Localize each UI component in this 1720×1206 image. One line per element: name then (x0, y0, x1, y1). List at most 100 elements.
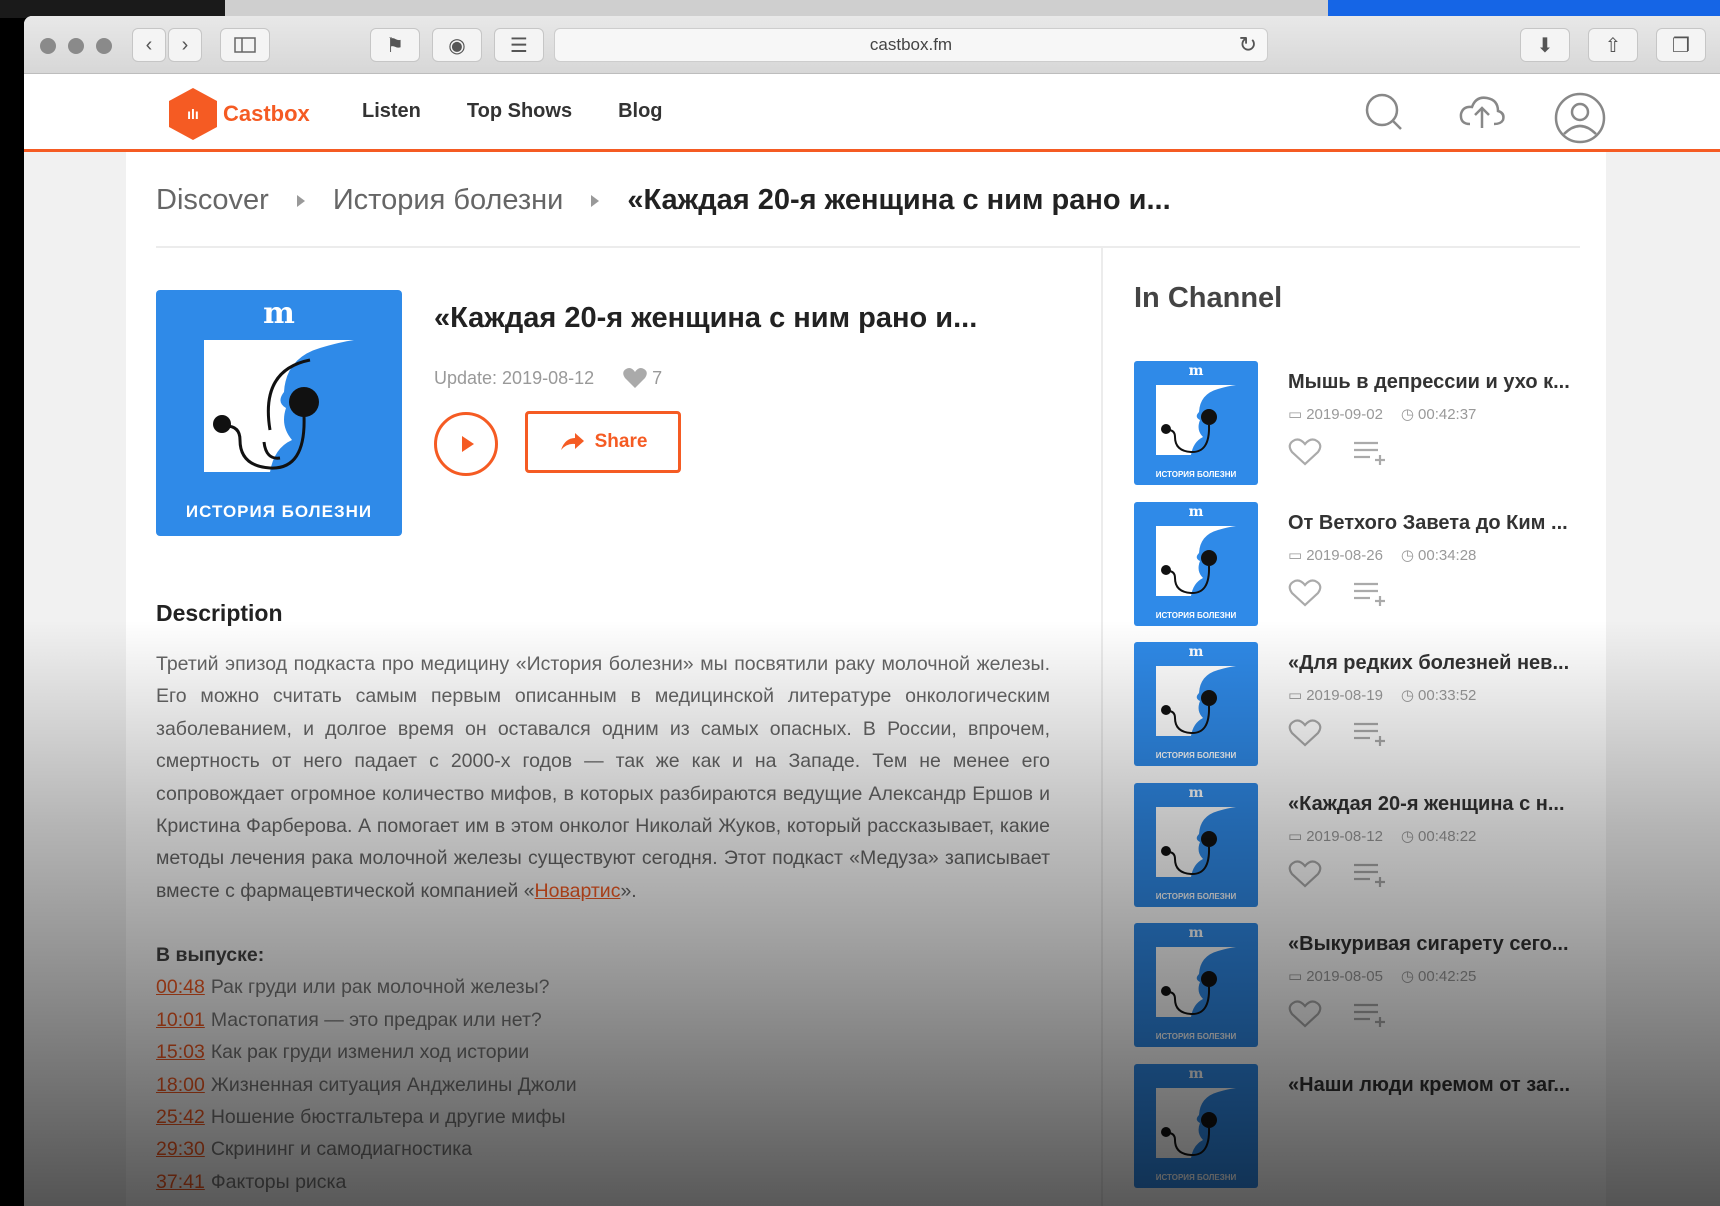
breadcrumb-arrow-icon (591, 194, 600, 207)
episode-duration: 00:42:37 (1418, 406, 1477, 423)
channel-episode-title[interactable]: От Ветхого Завета до Ким ... (1288, 512, 1568, 535)
calendar-icon: ▭ (1288, 687, 1303, 704)
heart-outline-icon[interactable] (1288, 999, 1322, 1029)
likes[interactable]: 7 (622, 366, 662, 390)
channel-episode-cover[interactable]: m ИСТОРИЯ БОЛЕЗНИ (1134, 1063, 1258, 1188)
share-label: Share (594, 431, 648, 452)
shield-icon: ◉ (448, 34, 466, 57)
castbox-logo-icon: ılı (169, 88, 217, 140)
channel-episode-title[interactable]: «Каждая 20-я женщина с н... (1288, 793, 1565, 816)
share-button[interactable]: Share (525, 411, 681, 473)
chapter-timestamp[interactable]: 25:42 (156, 1106, 205, 1128)
calendar-icon: ▭ (1288, 968, 1303, 985)
head-headphones-icon (1156, 666, 1236, 736)
breadcrumb-channel[interactable]: История болезни (333, 184, 564, 217)
heart-outline-icon[interactable] (1288, 578, 1322, 608)
novartis-link[interactable]: Новартис (535, 880, 621, 902)
extension-button[interactable]: ⚑ (370, 28, 420, 62)
channel-episode-cover[interactable]: m ИСТОРИЯ БОЛЕЗНИ (1134, 361, 1258, 485)
duration-meta: ◷ 00:33:52 (1401, 686, 1476, 704)
channel-episode-item[interactable]: m ИСТОРИЯ БОЛЕЗНИ Мышь в депрессии и ухо… (1134, 361, 1594, 489)
channel-episode-meta: ▭ 2019-08-19 ◷ 00:33:52 (1288, 686, 1476, 704)
add-to-playlist-icon[interactable] (1352, 437, 1388, 467)
chapter-timestamp[interactable]: 18:00 (156, 1074, 205, 1096)
nav-listen[interactable]: Listen (362, 100, 421, 123)
heart-outline-icon[interactable] (1288, 718, 1322, 748)
breadcrumb-arrow-icon (296, 194, 305, 207)
channel-episode-title[interactable]: «Для редких болезней нев... (1288, 652, 1569, 675)
download-icon: ⬇ (1536, 34, 1554, 57)
chapter-item: 37:41 Факторы риска (156, 1166, 1050, 1198)
chapter-timestamp[interactable]: 37:41 (156, 1171, 205, 1193)
chapters-list: В выпуске: 00:48 Рак груди или рак молочн… (156, 939, 1050, 1198)
share-page-button[interactable]: ⇧ (1588, 28, 1638, 62)
add-to-playlist-icon[interactable] (1352, 859, 1388, 889)
channel-episode-item[interactable]: m ИСТОРИЯ БОЛЕЗНИ «Выкуривая сигарету се… (1134, 923, 1594, 1051)
sidebar-icon (234, 37, 256, 53)
episode-duration: 00:33:52 (1418, 687, 1477, 704)
breadcrumb-discover[interactable]: Discover (156, 184, 269, 217)
chapter-title: Ношение бюстгальтера и другие мифы (210, 1106, 566, 1129)
calendar-icon: ▭ (1288, 827, 1303, 845)
forward-button[interactable]: › (168, 28, 202, 62)
chapter-timestamp[interactable]: 10:01 (156, 1009, 205, 1031)
minimize-window-button[interactable] (68, 38, 84, 54)
tabs-button[interactable]: ❐ (1656, 28, 1706, 62)
head-headphones-icon (1156, 806, 1236, 877)
cover-mark: m (1188, 503, 1204, 520)
divider (156, 246, 1580, 248)
chapter-timestamp[interactable]: 00:48 (156, 976, 205, 998)
reader-button[interactable]: ☰ (494, 28, 544, 62)
channel-episode-title[interactable]: «Наши люди кремом от заг... (1288, 1074, 1570, 1097)
channel-episode-title[interactable]: «Выкуривая сигарету сего... (1288, 933, 1569, 956)
channel-episode-cover[interactable]: m ИСТОРИЯ БОЛЕЗНИ (1134, 923, 1258, 1047)
cover-mark: m (1188, 644, 1204, 660)
duration-meta: ◷ 00:42:25 (1401, 967, 1476, 985)
add-to-playlist-icon[interactable] (1352, 578, 1388, 608)
back-button[interactable]: ‹ (132, 28, 166, 62)
nav-blog[interactable]: Blog (618, 100, 662, 123)
channel-episode-actions (1288, 578, 1388, 608)
description-heading: Description (156, 600, 283, 626)
downloads-button[interactable]: ⬇ (1520, 28, 1570, 62)
channel-episode-item[interactable]: m ИСТОРИЯ БОЛЕЗНИ «Наши люди кремом от з… (1134, 1063, 1594, 1192)
channel-episode-item[interactable]: m ИСТОРИЯ БОЛЕЗНИ От Ветхого Завета до К… (1134, 501, 1594, 630)
privacy-button[interactable]: ◉ (432, 28, 482, 62)
channel-episode-cover[interactable]: m ИСТОРИЯ БОЛЕЗНИ (1134, 642, 1258, 766)
sidebar-button[interactable] (220, 28, 270, 62)
castbox-logo[interactable]: ılı Castbox (169, 88, 310, 140)
upload-icon[interactable] (1458, 92, 1506, 132)
duration-meta: ◷ 00:34:28 (1401, 546, 1476, 564)
nav-top-shows[interactable]: Top Shows (467, 100, 572, 123)
add-to-playlist-icon[interactable] (1352, 999, 1388, 1029)
chapter-item: 18:00 Жизненная ситуация Анджелины Джоли (156, 1069, 1050, 1101)
cover-caption: ИСТОРИЯ БОЛЕЗНИ (1155, 610, 1237, 620)
user-avatar-icon[interactable] (1554, 92, 1608, 146)
date-meta: ▭ 2019-09-02 (1288, 405, 1383, 423)
add-to-playlist-icon[interactable] (1352, 718, 1388, 748)
channel-episode-cover[interactable]: m ИСТОРИЯ БОЛЕЗНИ (1134, 501, 1258, 626)
chapter-timestamp[interactable]: 29:30 (156, 1138, 205, 1160)
update-date: Update: 2019-08-12 (434, 367, 595, 388)
in-channel-heading: In Channel (1134, 282, 1283, 314)
channel-episode-actions (1288, 437, 1388, 467)
chapter-timestamp[interactable]: 15:03 (156, 1041, 205, 1063)
reader-icon: ☰ (510, 34, 528, 57)
heart-outline-icon[interactable] (1288, 437, 1322, 467)
channel-episode-item[interactable]: m ИСТОРИЯ БОЛЕЗНИ «Каждая 20-я женщина с… (1134, 782, 1594, 911)
search-icon[interactable] (1364, 92, 1404, 132)
channel-episode-item[interactable]: m ИСТОРИЯ БОЛЕЗНИ «Для редких болезней н… (1134, 642, 1594, 770)
reload-icon[interactable]: ↻ (1239, 32, 1257, 58)
share-icon: ⇧ (1604, 34, 1622, 57)
channel-episode-cover[interactable]: m ИСТОРИЯ БОЛЕЗНИ (1134, 782, 1258, 907)
head-headphones-icon (1156, 525, 1236, 596)
site-header: ılı Castbox Listen Top Shows Blog (24, 74, 1720, 152)
play-button[interactable] (434, 412, 498, 476)
in-episode-label: В выпуске: (156, 944, 265, 966)
zoom-window-button[interactable] (96, 38, 112, 54)
heart-outline-icon[interactable] (1288, 859, 1322, 889)
channel-episode-actions (1288, 999, 1388, 1029)
channel-episode-title[interactable]: Мышь в депрессии и ухо к... (1288, 371, 1570, 394)
address-bar[interactable]: castbox.fm ↻ (554, 28, 1268, 62)
close-window-button[interactable] (40, 38, 56, 54)
